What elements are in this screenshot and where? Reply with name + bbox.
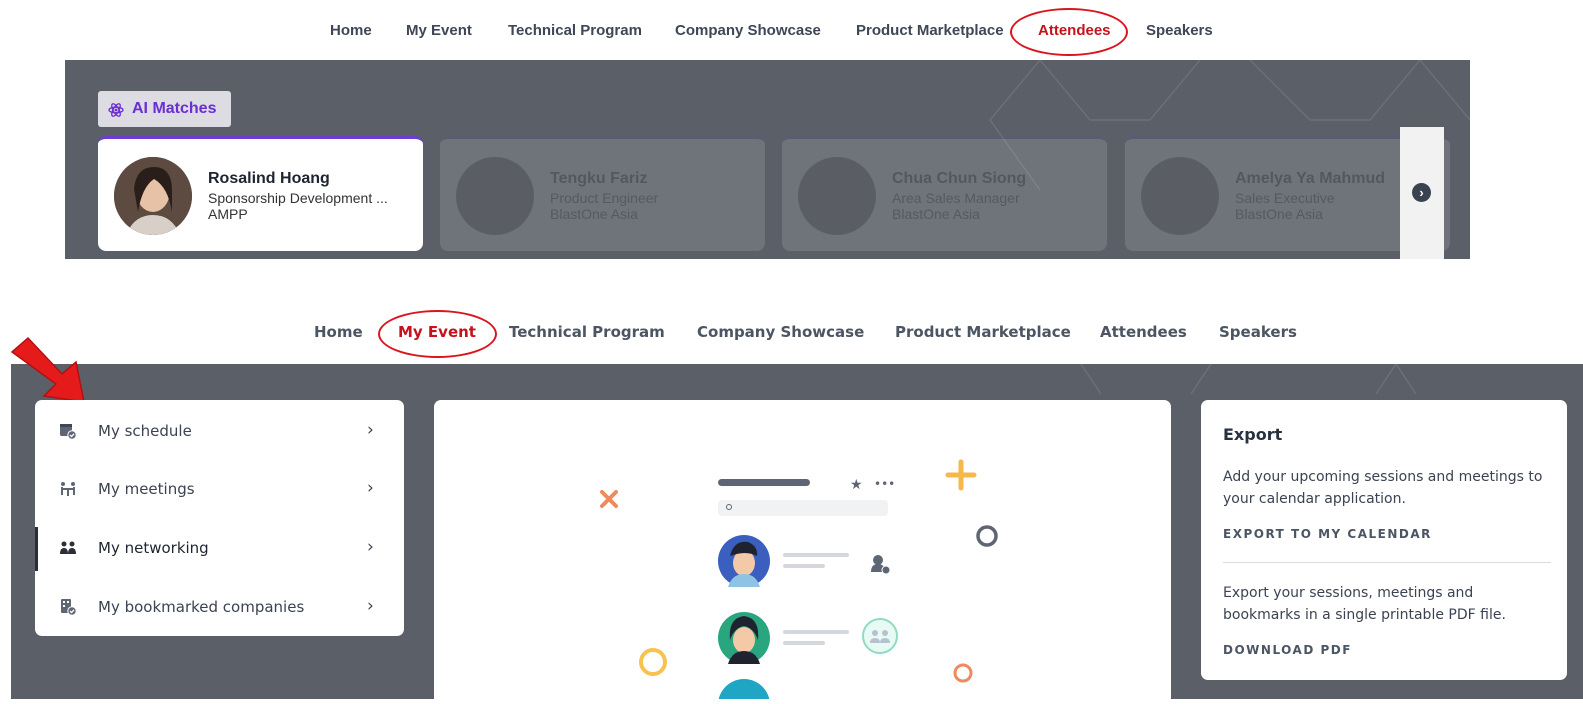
nav-company-showcase[interactable]: Company Showcase <box>697 323 864 341</box>
match-name: Chua Chun Siong <box>892 170 1027 187</box>
menu-item-label: My meetings <box>98 480 195 498</box>
export-panel: Export Add your upcoming sessions and me… <box>1201 400 1567 680</box>
match-role: Product Engineer <box>550 190 659 206</box>
carousel-next-panel: › <box>1400 127 1444 259</box>
nav-speakers[interactable]: Speakers <box>1146 22 1213 39</box>
export-pdf-text: Export your sessions, meetings and bookm… <box>1223 585 1506 623</box>
my-event-menu: My schedule › My meetings › My networkin… <box>35 400 404 636</box>
chevron-right-icon: › <box>367 420 374 440</box>
calendar-check-icon <box>60 424 77 440</box>
meeting-icon <box>61 482 75 496</box>
atom-icon <box>108 103 124 117</box>
ai-matches-banner: AI Matches Rosalind Hoang Sponsorship De… <box>65 60 1470 259</box>
match-card[interactable]: Rosalind Hoang Sponsorship Development .… <box>98 136 423 251</box>
chevron-right-icon: › <box>367 478 374 498</box>
red-arrow-icon <box>10 336 85 403</box>
download-pdf-link[interactable]: DOWNLOAD PDF <box>1223 643 1352 657</box>
match-name: Rosalind Hoang <box>208 170 330 187</box>
nav-product-marketplace[interactable]: Product Marketplace <box>895 323 1071 341</box>
menu-item-my-bookmarked-companies[interactable]: My bookmarked companies › <box>35 578 404 636</box>
match-company: AMPP <box>208 206 248 222</box>
match-company: BlastOne Asia <box>550 206 638 222</box>
menu-item-label: My networking <box>98 539 209 557</box>
ai-matches-tab[interactable]: AI Matches <box>98 91 231 127</box>
svg-text:•••: ••• <box>874 477 895 491</box>
avatar <box>456 157 534 235</box>
arrow-right-circle-icon[interactable]: › <box>1412 183 1431 202</box>
match-company: BlastOne Asia <box>892 206 980 222</box>
people-icon <box>60 541 76 554</box>
match-role: Sponsorship Development ... <box>208 190 388 206</box>
avatar <box>1141 157 1219 235</box>
divider <box>1223 562 1551 563</box>
menu-item-my-networking[interactable]: My networking › <box>35 519 404 577</box>
export-title: Export <box>1223 425 1283 444</box>
match-name: Tengku Fariz <box>550 170 648 187</box>
networking-illustration-panel: ★ ••• <box>434 400 1171 704</box>
nav-product-marketplace[interactable]: Product Marketplace <box>856 22 1004 39</box>
menu-item-my-schedule[interactable]: My schedule › <box>35 402 404 460</box>
nav-technical-program[interactable]: Technical Program <box>508 22 642 39</box>
nav-technical-program[interactable]: Technical Program <box>509 323 665 341</box>
avatar <box>114 157 192 235</box>
export-to-calendar-link[interactable]: EXPORT TO MY CALENDAR <box>1223 527 1432 541</box>
menu-item-label: My bookmarked companies <box>98 598 305 616</box>
company-bookmark-icon <box>61 599 77 616</box>
menu-item-label: My schedule <box>98 422 192 440</box>
match-role: Area Sales Manager <box>892 190 1020 206</box>
nav-home[interactable]: Home <box>330 22 372 39</box>
svg-text:★: ★ <box>850 477 863 493</box>
match-company: BlastOne Asia <box>1235 206 1323 222</box>
match-name: Amelya Ya Mahmud <box>1235 170 1385 187</box>
nav-attendees[interactable]: Attendees <box>1100 323 1187 341</box>
chevron-right-icon: › <box>367 537 374 557</box>
nav-company-showcase[interactable]: Company Showcase <box>675 22 821 39</box>
chevron-right-icon: › <box>367 596 374 616</box>
match-card[interactable]: Chua Chun Siong Area Sales Manager Blast… <box>782 136 1107 251</box>
highlight-ring <box>1010 8 1128 56</box>
match-card[interactable]: Tengku Fariz Product Engineer BlastOne A… <box>440 136 765 251</box>
ai-matches-label: AI Matches <box>132 100 217 117</box>
avatar <box>798 157 876 235</box>
menu-item-my-meetings[interactable]: My meetings › <box>35 460 404 518</box>
highlight-ring <box>378 310 497 358</box>
export-calendar-text: Add your upcoming sessions and meetings … <box>1223 469 1543 507</box>
nav-my-event[interactable]: My Event <box>406 22 472 39</box>
nav-speakers[interactable]: Speakers <box>1219 323 1297 341</box>
networking-illustration: ★ ••• <box>600 459 998 704</box>
top-navigation: Home My Event Technical Program Company … <box>0 0 1583 60</box>
nav-home[interactable]: Home <box>314 323 363 341</box>
